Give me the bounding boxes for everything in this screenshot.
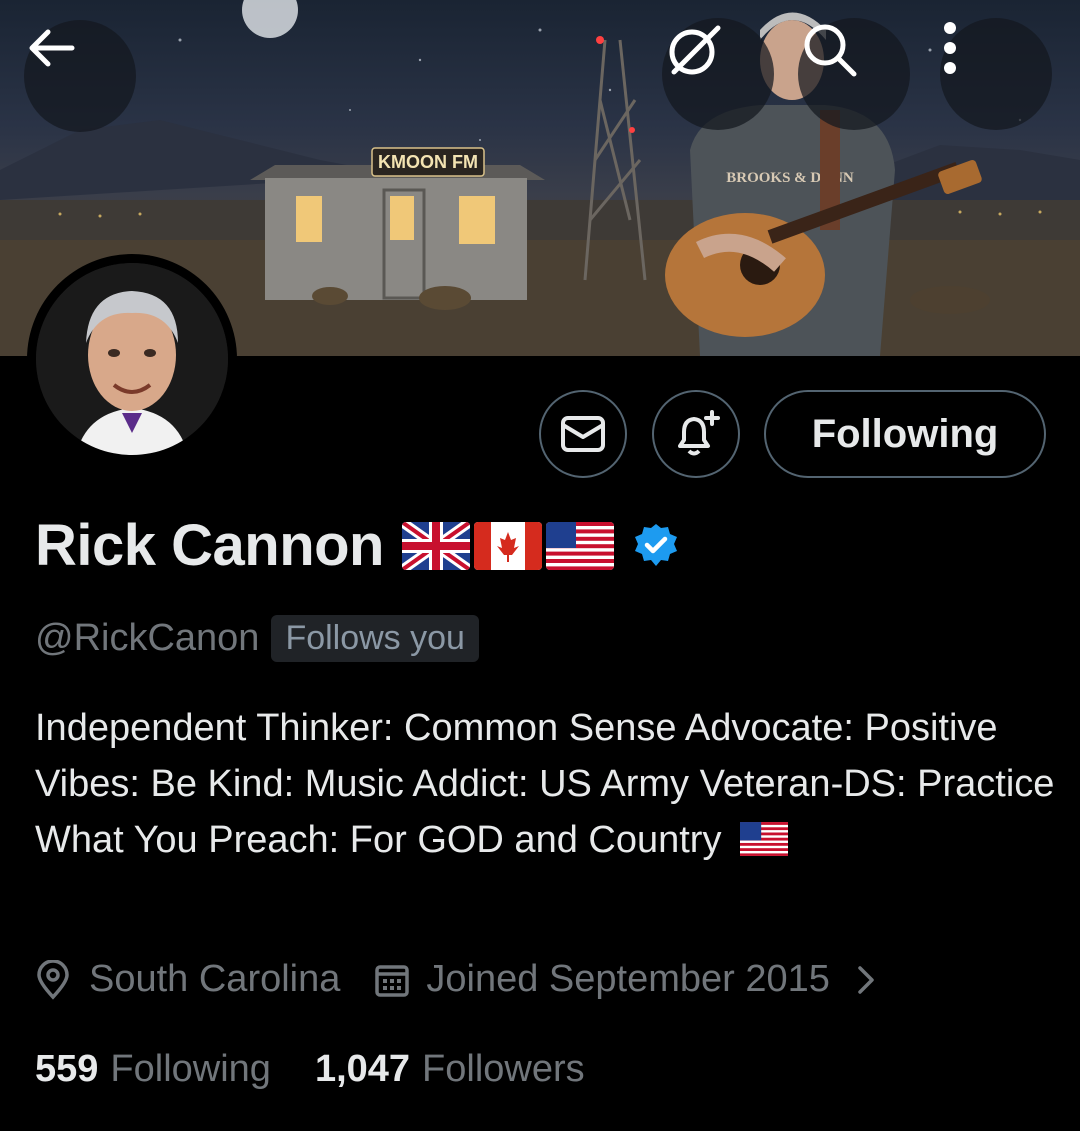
profile-avatar[interactable] xyxy=(27,254,237,464)
profile-meta: South Carolina Joined September 2015 xyxy=(35,958,878,1001)
location-text: South Carolina xyxy=(89,958,341,1000)
grok-icon xyxy=(669,25,721,75)
canada-flag-icon xyxy=(474,521,542,570)
following-stat[interactable]: 559 Following xyxy=(35,1048,271,1091)
profile-bio: Independent Thinker: Common Sense Advoca… xyxy=(35,700,1055,868)
username-handle: @RickCanon xyxy=(35,617,260,659)
following-button[interactable]: Following xyxy=(764,390,1046,478)
bio-text: Independent Thinker: Common Sense Advoca… xyxy=(35,707,1055,861)
followers-label: Followers xyxy=(422,1048,585,1090)
arrow-left-icon xyxy=(29,29,75,67)
following-count: 559 xyxy=(35,1048,99,1090)
follows-you-badge: Follows you xyxy=(271,615,479,662)
followers-stat[interactable]: 1,047 Followers xyxy=(315,1048,585,1091)
united-states-flag-icon xyxy=(546,521,614,570)
followers-count: 1,047 xyxy=(314,1048,411,1090)
search-icon xyxy=(804,24,857,77)
profile-stats: 559 Following 1,047 Followers xyxy=(35,1048,585,1091)
chevron-right-icon xyxy=(858,965,874,994)
verified-badge-icon[interactable] xyxy=(632,522,680,570)
banner-sign-text: KMOON FM xyxy=(378,152,478,172)
join-date[interactable]: Joined September 2015 xyxy=(374,958,878,1001)
joined-text: Joined September 2015 xyxy=(426,958,830,1000)
display-name: Rick Cannon xyxy=(35,513,385,578)
avatar-photo xyxy=(36,263,228,455)
location-pin-icon xyxy=(37,959,69,1000)
bell-plus-icon xyxy=(678,410,720,456)
more-options-button[interactable] xyxy=(940,18,1052,130)
following-label: Following xyxy=(110,1048,271,1090)
notifications-button[interactable] xyxy=(652,390,740,478)
handle-row: @RickCanon Follows you xyxy=(35,615,479,662)
message-button[interactable] xyxy=(539,390,627,478)
name-flags xyxy=(402,521,614,570)
profile-name-row: Rick Cannon xyxy=(35,512,680,579)
grok-button[interactable] xyxy=(662,18,774,130)
united-states-flag-icon xyxy=(740,822,789,856)
more-vertical-icon xyxy=(944,22,956,74)
location: South Carolina xyxy=(35,958,340,1001)
calendar-icon xyxy=(375,964,410,997)
back-button[interactable] xyxy=(24,20,136,132)
envelope-icon xyxy=(561,416,605,452)
united-kingdom-flag-icon xyxy=(402,521,470,570)
search-button[interactable] xyxy=(798,18,910,130)
